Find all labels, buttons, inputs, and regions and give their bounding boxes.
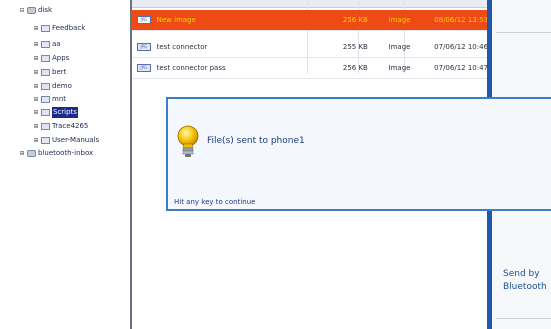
drive-icon [27,7,36,14]
file-size: 256 KB [342,16,368,24]
list-header [132,0,488,8]
expand-icon[interactable]: ⊞ [33,123,39,130]
file-type: Image [388,64,411,72]
tree-item-label: demo [52,82,72,90]
file-size: 256 KB [342,64,368,72]
tree-item-mnt[interactable]: ⊞ mnt [33,94,66,105]
tree-item-label: User-Manuals [52,136,100,144]
image-file-icon: JPG [137,16,151,24]
tree-item-demo[interactable]: ⊞ demo [33,81,72,92]
collapse-icon[interactable]: ⊟ [19,7,25,14]
send-by-label: Send by [503,269,540,279]
folder-icon [41,137,50,144]
tree-item-disk[interactable]: ⊟ disk [19,5,52,16]
file-size: 255 KB [342,43,368,51]
file-row-test-connector-pass[interactable]: JPG test connector pass 256 KB Image 07/… [132,58,488,79]
expand-icon[interactable]: ⊞ [33,83,39,90]
tree-item-feedback[interactable]: ⊞ Feedback [33,23,85,34]
notification-dialog[interactable]: File(s) sent to phone1 Hit any key to co… [166,97,551,211]
tree-item-label: mnt [52,95,66,103]
file-date: 07/06/12 10:46 [434,43,488,51]
file-date: 08/06/12 13:53 [434,16,488,24]
dialog-hint: Hit any key to continue [174,198,256,206]
expand-icon[interactable]: ⊞ [33,137,39,144]
folder-tree: ⊟ disk ⊞ Feedback ⊞ aa ⊞ Apps ⊞ bert ⊞ d… [0,0,128,329]
tree-item-label: bluetooth-inbox [38,149,94,157]
expand-icon[interactable]: ⊞ [33,96,39,103]
tree-item-label: Scripts [52,107,78,118]
expand-icon[interactable]: ⊞ [19,150,25,157]
file-row-test-connector[interactable]: JPG test connector 255 KB Image 07/06/12… [132,37,488,58]
folder-icon [41,96,50,103]
file-name: New image [156,16,196,24]
tree-item-bert[interactable]: ⊞ bert [33,67,66,78]
tree-item-apps[interactable]: ⊞ Apps [33,53,69,64]
file-name: test connector [156,43,208,51]
tree-item-label: Trace4265 [52,122,89,130]
tree-item-label: disk [38,6,53,14]
tree-item-label: Apps [52,54,70,62]
tree-item-label: Feedback [52,24,86,32]
expand-icon[interactable]: ⊞ [33,109,39,116]
tree-item-user-manuals[interactable]: ⊞ User-Manuals [33,135,99,146]
tree-item-label: bert [52,68,67,76]
folder-icon [41,25,50,32]
dialog-message: File(s) sent to phone1 [207,136,305,146]
panel-separator [496,318,551,319]
image-file-icon: JPG [137,64,151,72]
folder-icon [41,55,50,62]
folder-icon [41,69,50,76]
expand-icon[interactable]: ⊞ [33,69,39,76]
folder-icon [41,41,50,48]
file-name: test connector pass [156,64,226,72]
folder-icon [41,83,50,90]
tree-item-scripts[interactable]: ⊞ Scripts [33,107,78,118]
folder-icon [41,123,50,130]
tree-item-bluetooth-inbox[interactable]: ⊞ bluetooth-inbox [19,148,93,159]
drive-icon [27,150,36,157]
tree-item-trace4265[interactable]: ⊞ Trace4265 [33,121,88,132]
file-row-new-image[interactable]: JPG New image 256 KB Image 08/06/12 13:5… [132,10,488,31]
image-file-icon: JPG [137,43,151,51]
panel-separator [496,32,551,33]
expand-icon[interactable]: ⊞ [33,25,39,32]
tree-item-aa[interactable]: ⊞ aa [33,39,61,50]
file-type: Image [388,43,411,51]
folder-icon [41,109,50,116]
expand-icon[interactable]: ⊞ [33,41,39,48]
send-by-bluetooth-button[interactable]: Send by Bluetooth [503,268,551,294]
expand-icon[interactable]: ⊞ [33,55,39,62]
bluetooth-label: Bluetooth [503,282,547,292]
file-type: Image [388,16,411,24]
lightbulb-icon [177,125,199,163]
file-date: 07/06/12 10:47 [434,64,488,72]
tree-item-label: aa [52,40,61,48]
